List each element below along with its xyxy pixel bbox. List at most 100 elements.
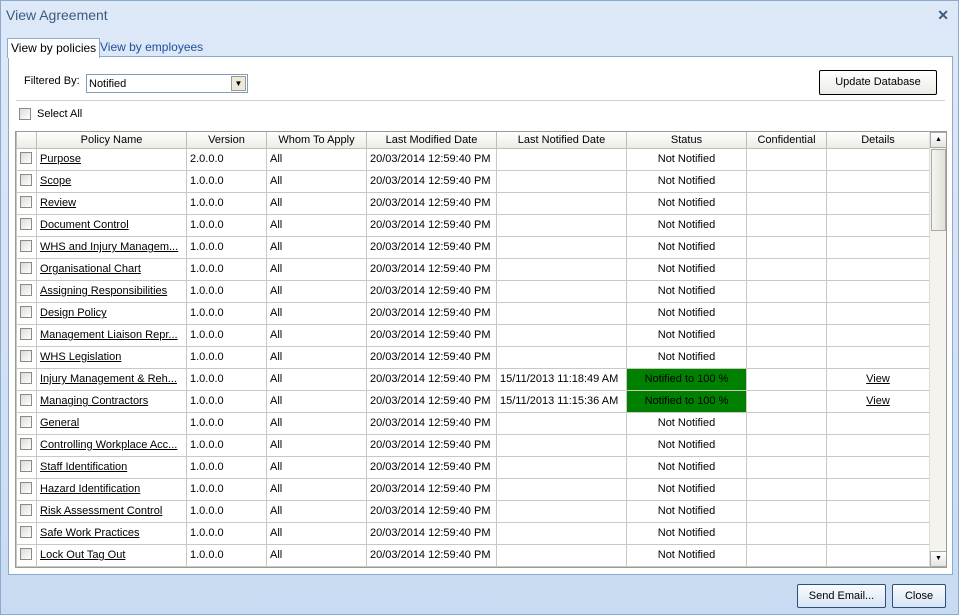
table-row[interactable]: Managing Contractors 1.0.0.0 All 20/03/2014…: [16, 389, 930, 413]
column-header[interactable]: [16, 132, 37, 149]
column-header[interactable]: Last Notified Date: [496, 132, 627, 149]
cell-version: 1.0.0.0: [186, 477, 267, 501]
select-all[interactable]: Select All: [19, 108, 82, 120]
view-link[interactable]: View: [866, 373, 890, 385]
row-checkbox[interactable]: [20, 283, 32, 296]
row-checkbox[interactable]: [20, 261, 32, 274]
scroll-thumb[interactable]: [931, 149, 946, 231]
column-header[interactable]: Last Modified Date: [366, 132, 497, 149]
row-checkbox[interactable]: [20, 415, 32, 428]
column-header[interactable]: Whom To Apply: [266, 132, 367, 149]
row-checkbox[interactable]: [20, 393, 32, 406]
row-checkbox[interactable]: [20, 459, 32, 472]
policy-link[interactable]: General: [40, 417, 79, 429]
table-row[interactable]: Lock Out Tag Out 1.0.0.0 All 20/03/2014 12:…: [16, 543, 930, 567]
policy-link[interactable]: Managing Contractors: [40, 395, 148, 407]
table-row[interactable]: Scope 1.0.0.0 All 20/03/2014 12:59:40 PM Not…: [16, 169, 930, 193]
row-checkbox[interactable]: [20, 239, 32, 252]
table-row[interactable]: Controlling Workplace Acc... 1.0.0.0 All 20…: [16, 433, 930, 457]
column-header[interactable]: Details: [826, 132, 930, 149]
policy-link[interactable]: WHS and Injury Managem...: [40, 241, 178, 253]
table-row[interactable]: Staff Identification 1.0.0.0 All 20/03/2014…: [16, 455, 930, 479]
policy-link[interactable]: Assigning Responsibilities: [40, 285, 167, 297]
table-row[interactable]: Safe Work Practices 1.0.0.0 All 20/03/2014 …: [16, 521, 930, 545]
table-row[interactable]: Hazard Identification 1.0.0.0 All 20/03/201…: [16, 477, 930, 501]
policy-link[interactable]: Purpose: [40, 153, 81, 165]
policy-link[interactable]: Design Policy: [40, 307, 107, 319]
policy-link[interactable]: Staff Identification: [40, 461, 127, 473]
cell-status: Not Notified: [626, 499, 747, 523]
column-header[interactable]: Confidential: [746, 132, 827, 149]
policy-link[interactable]: WHS Legislation: [40, 351, 121, 363]
cell-modified: 20/03/2014 12:59:40 PM: [366, 191, 497, 215]
cell-version: 1.0.0.0: [186, 499, 267, 523]
cell-notified: [496, 301, 627, 325]
row-checkbox[interactable]: [20, 151, 32, 164]
policy-link[interactable]: Scope: [40, 175, 71, 187]
row-checkbox[interactable]: [20, 195, 32, 208]
table-row[interactable]: General 1.0.0.0 All 20/03/2014 12:59:40 PM N…: [16, 411, 930, 435]
vertical-scrollbar[interactable]: ▲ ▼: [929, 132, 946, 567]
cell-status: Not Notified: [626, 213, 747, 237]
policy-link[interactable]: Organisational Chart: [40, 263, 141, 275]
column-header[interactable]: Version: [186, 132, 267, 149]
scroll-up-icon[interactable]: ▲: [930, 132, 946, 148]
cell-status: Not Notified: [626, 433, 747, 457]
column-header[interactable]: Policy Name: [36, 132, 187, 149]
row-checkbox[interactable]: [20, 547, 32, 560]
table-row[interactable]: WHS and Injury Managem... 1.0.0.0 All 20/03…: [16, 235, 930, 259]
column-header[interactable]: Status: [626, 132, 747, 149]
row-checkbox[interactable]: [20, 217, 32, 230]
update-database-button[interactable]: Update Database: [819, 70, 937, 95]
table-row[interactable]: Document Control 1.0.0.0 All 20/03/2014 12:…: [16, 213, 930, 237]
cell-version: 1.0.0.0: [186, 279, 267, 303]
cell-details: [826, 455, 930, 479]
row-checkbox[interactable]: [20, 327, 32, 340]
policy-link[interactable]: Hazard Identification: [40, 483, 140, 495]
table-row[interactable]: Management Liaison Repr... 1.0.0.0 All 20/0…: [16, 323, 930, 347]
policy-link[interactable]: Management Liaison Repr...: [40, 329, 178, 341]
table-row[interactable]: Purpose 2.0.0.0 All 20/03/2014 12:59:40 PM N…: [16, 147, 930, 171]
close-button[interactable]: Close: [892, 584, 946, 608]
policy-link[interactable]: Injury Management & Reh...: [40, 373, 177, 385]
table-row[interactable]: Assigning Responsibilities 1.0.0.0 All 20/0…: [16, 279, 930, 303]
table-row[interactable]: Review 1.0.0.0 All 20/03/2014 12:59:40 PM No…: [16, 191, 930, 215]
policies-panel: Filtered By: Notified ▼ Update Database …: [8, 56, 953, 575]
chevron-down-icon[interactable]: ▼: [231, 76, 246, 91]
policy-link[interactable]: Risk Assessment Control: [40, 505, 162, 517]
row-checkbox[interactable]: [20, 503, 32, 516]
row-checkbox[interactable]: [20, 349, 32, 362]
row-checkbox[interactable]: [20, 371, 32, 384]
view-link[interactable]: View: [866, 395, 890, 407]
row-checkbox[interactable]: [20, 173, 32, 186]
cell-modified: 20/03/2014 12:59:40 PM: [366, 213, 497, 237]
policy-link[interactable]: Safe Work Practices: [40, 527, 139, 539]
table-row[interactable]: Injury Management & Reh... 1.0.0.0 All 20/0…: [16, 367, 930, 391]
select-all-checkbox[interactable]: [19, 108, 31, 120]
cell-confidential: [746, 257, 827, 281]
row-checkbox[interactable]: [20, 437, 32, 450]
table-row[interactable]: Organisational Chart 1.0.0.0 All 20/03/2014…: [16, 257, 930, 281]
table-row[interactable]: Risk Assessment Control 1.0.0.0 All 20/03/2…: [16, 499, 930, 523]
policy-link[interactable]: Controlling Workplace Acc...: [40, 439, 177, 451]
policy-link[interactable]: Review: [40, 197, 76, 209]
filter-select[interactable]: Notified ▼: [86, 74, 248, 93]
cell-name: Assigning Responsibilities: [36, 279, 187, 303]
cell-confidential: [746, 301, 827, 325]
row-checkbox[interactable]: [20, 305, 32, 318]
send-email-button[interactable]: Send Email...: [797, 584, 886, 608]
tab-view-by-policies[interactable]: View by policies: [7, 38, 101, 58]
policy-link[interactable]: Lock Out Tag Out: [40, 549, 125, 561]
cell-whom: All: [266, 455, 367, 479]
cell-modified: 20/03/2014 12:59:40 PM: [366, 455, 497, 479]
scroll-down-icon[interactable]: ▼: [930, 551, 946, 567]
row-checkbox[interactable]: [20, 525, 32, 538]
table-row[interactable]: WHS Legislation 1.0.0.0 All 20/03/2014 12:5…: [16, 345, 930, 369]
select-all-label: Select All: [37, 108, 83, 120]
row-checkbox[interactable]: [20, 481, 32, 494]
cell-modified: 20/03/2014 12:59:40 PM: [366, 389, 497, 413]
close-icon[interactable]: ✕: [937, 7, 949, 24]
tab-view-by-employees[interactable]: View by employees: [97, 38, 206, 57]
table-row[interactable]: Design Policy 1.0.0.0 All 20/03/2014 12:59:…: [16, 301, 930, 325]
policy-link[interactable]: Document Control: [40, 219, 129, 231]
